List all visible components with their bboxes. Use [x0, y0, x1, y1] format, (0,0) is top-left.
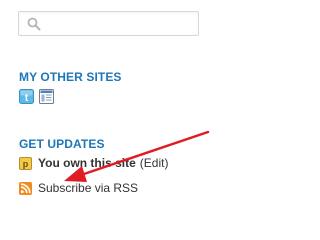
sidebar-page: MY OTHER SITES t GET UPDATES p You own t…: [0, 0, 269, 240]
my-other-sites-heading: MY OTHER SITES: [19, 70, 122, 84]
svg-text:p: p: [23, 159, 29, 169]
edit-link[interactable]: (Edit): [140, 156, 169, 170]
search-box[interactable]: [18, 11, 199, 36]
own-site-row: p You own this site (Edit): [19, 156, 168, 170]
rss-row[interactable]: Subscribe via RSS: [19, 181, 138, 195]
blog-page-icon[interactable]: [39, 89, 54, 104]
posterous-p-icon: p: [19, 156, 32, 170]
subscribe-rss-link[interactable]: Subscribe via RSS: [38, 181, 138, 195]
other-sites-icons: t: [19, 89, 54, 104]
get-updates-heading: GET UPDATES: [19, 137, 105, 151]
search-input[interactable]: [45, 15, 193, 32]
annotation-arrow: [64, 130, 210, 182]
own-site-text: You own this site: [38, 156, 136, 170]
twitter-icon[interactable]: t: [19, 89, 34, 104]
search-icon: [27, 17, 41, 31]
rss-icon[interactable]: [19, 181, 32, 195]
